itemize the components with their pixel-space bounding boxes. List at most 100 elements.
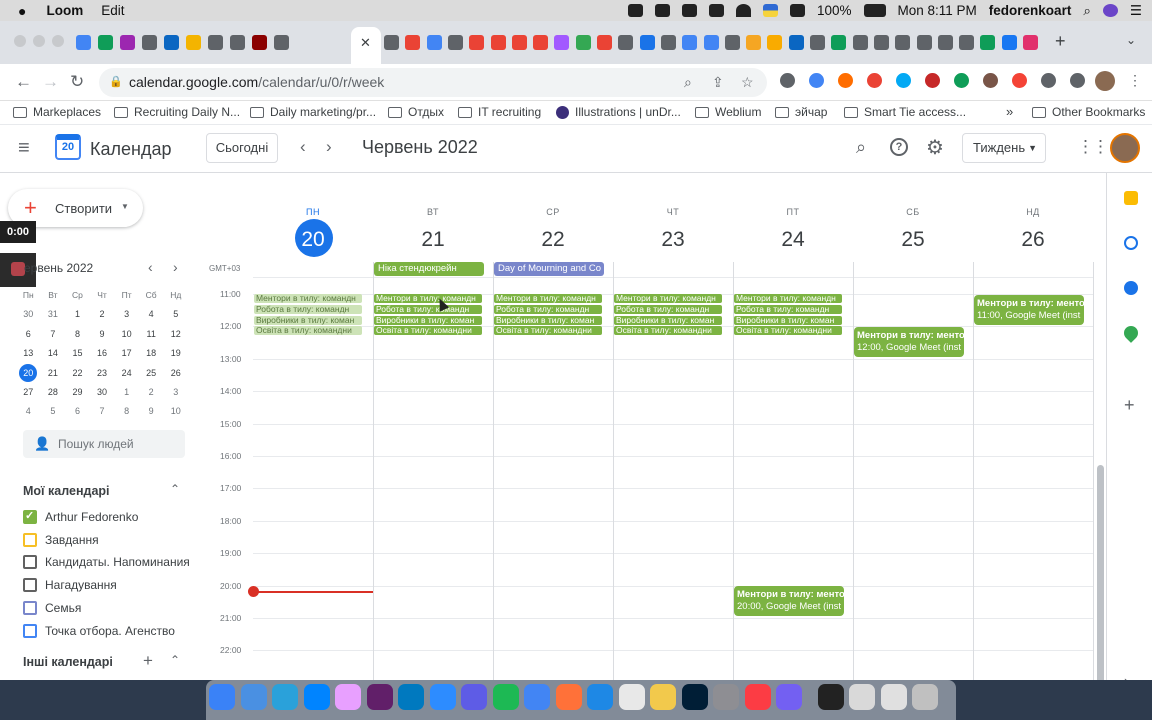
- calendar-event[interactable]: Ментори в тилу: командн: [254, 294, 362, 303]
- calendar-event[interactable]: Виробники в тилу: коман: [374, 315, 482, 325]
- new-tab-icon[interactable]: +: [1055, 31, 1066, 52]
- calendar-item[interactable]: Точка отбора. Агенство: [23, 623, 175, 638]
- extension-icon[interactable]: [809, 73, 824, 88]
- browser-menu-icon[interactable]: ⋮: [1128, 72, 1142, 89]
- day-header[interactable]: ПТ 24: [733, 207, 853, 259]
- dock-app-icon[interactable]: [240, 684, 267, 710]
- mini-day[interactable]: 20: [16, 363, 41, 383]
- day-header[interactable]: ВТ 21: [373, 207, 493, 259]
- tab-favicon-icon[interactable]: [405, 35, 421, 50]
- battery-icon[interactable]: [863, 4, 886, 17]
- menubar-clock[interactable]: Mon 8:11 PM: [898, 3, 977, 18]
- calendar-event[interactable]: Ментори в тилу: командн: [374, 294, 482, 303]
- siri-icon[interactable]: [1102, 4, 1118, 17]
- calendar-item[interactable]: Семья: [23, 600, 81, 615]
- calendar-event[interactable]: Ментори в тилу: командн: [614, 294, 722, 303]
- dock-app-icon[interactable]: [272, 684, 298, 710]
- mini-day[interactable]: 17: [114, 344, 139, 363]
- dock-app-icon[interactable]: [209, 684, 235, 710]
- spotlight-search-icon[interactable]: ⌕: [1083, 3, 1091, 19]
- back-icon[interactable]: ←: [15, 73, 32, 90]
- calendar-event[interactable]: Ментори в тилу: менто 12:00, Google Meet …: [854, 327, 964, 357]
- tab-favicon-icon[interactable]: [810, 35, 825, 50]
- view-selector[interactable]: Тиждень ▼: [962, 133, 1046, 163]
- mini-day[interactable]: 1: [65, 305, 90, 324]
- mini-day[interactable]: 26: [163, 364, 188, 383]
- calendar-event[interactable]: Робота в тилу: командн: [734, 304, 842, 314]
- menubar-user[interactable]: fedorenkoart: [989, 3, 1072, 18]
- mini-day[interactable]: 22: [65, 364, 90, 383]
- dock-app-icon[interactable]: [650, 684, 676, 710]
- tab-favicon-icon[interactable]: [142, 35, 157, 50]
- bookmark-item[interactable]: Recruiting Daily N...: [114, 105, 240, 119]
- dock-app-icon[interactable]: [492, 684, 519, 710]
- allday-event[interactable]: Ніка стендюкрейн: [374, 262, 484, 276]
- mini-day[interactable]: 12: [163, 325, 188, 344]
- day-number[interactable]: 25: [853, 221, 973, 259]
- day-header[interactable]: ПН 20: [253, 207, 373, 259]
- tab-favicon-icon[interactable]: [1023, 35, 1038, 50]
- dock-app-icon[interactable]: [461, 684, 487, 710]
- bookmark-item[interactable]: эйчар: [775, 105, 827, 119]
- dock-app-icon[interactable]: [618, 684, 645, 710]
- tab-favicon-icon[interactable]: [186, 35, 201, 50]
- calendar-event[interactable]: Ментори в тилу: командн: [494, 294, 602, 303]
- collapse-my-calendars-icon[interactable]: ⌃: [170, 482, 180, 496]
- tab-favicon-icon[interactable]: [831, 35, 847, 50]
- tab-favicon-icon[interactable]: [980, 35, 996, 50]
- dock-app-icon[interactable]: [303, 684, 330, 710]
- mini-day[interactable]: 11: [139, 325, 164, 344]
- tab-favicon-icon[interactable]: [895, 35, 911, 50]
- mini-day[interactable]: 13: [16, 344, 41, 363]
- tab-favicon-icon[interactable]: [274, 35, 289, 50]
- tab-favicon-icon[interactable]: [384, 35, 399, 50]
- tab-favicon-icon[interactable]: [937, 35, 953, 50]
- day-number[interactable]: 24: [733, 221, 853, 259]
- mini-day[interactable]: 2: [139, 383, 164, 402]
- mini-day[interactable]: 25: [139, 364, 164, 383]
- mini-day[interactable]: 10: [163, 402, 188, 421]
- monitor-icon[interactable]: [708, 4, 724, 17]
- other-calendars-title[interactable]: Інші календарі: [23, 655, 113, 669]
- add-addon-icon[interactable]: +: [1124, 395, 1135, 416]
- more-bookmarks-icon[interactable]: »: [1006, 104, 1013, 119]
- day-number[interactable]: 23: [613, 221, 733, 259]
- profile-avatar-icon[interactable]: [1095, 71, 1115, 91]
- day-number[interactable]: 22: [493, 221, 613, 259]
- tab-favicon-icon[interactable]: [426, 35, 442, 50]
- previous-week-icon[interactable]: ‹: [300, 137, 306, 157]
- day-number[interactable]: 26: [973, 221, 1093, 259]
- mini-day[interactable]: 5: [163, 305, 188, 324]
- mini-day[interactable]: 18: [139, 344, 164, 363]
- checkbox-icon[interactable]: [23, 532, 37, 547]
- menubar-app-name[interactable]: Loom: [46, 3, 83, 18]
- account-avatar[interactable]: [1110, 133, 1140, 163]
- calendar-event[interactable]: Ментори в тилу: менто 11:00, Google Meet …: [974, 295, 1084, 325]
- mini-day[interactable]: 3: [114, 305, 139, 324]
- calendar-item[interactable]: Кандидаты. Напоминания: [23, 555, 190, 570]
- mini-day[interactable]: 6: [65, 402, 90, 421]
- tab-favicon-icon[interactable]: [469, 35, 485, 50]
- tab-favicon-icon[interactable]: [447, 35, 463, 50]
- tab-favicon-icon[interactable]: [724, 35, 740, 50]
- next-week-icon[interactable]: ›: [326, 137, 332, 157]
- tab-favicon-icon[interactable]: [767, 35, 783, 50]
- tab-favicon-icon[interactable]: [682, 35, 698, 50]
- mini-day[interactable]: 23: [90, 364, 115, 383]
- calendar-item[interactable]: Нагадування: [23, 578, 117, 593]
- tab-favicon-icon[interactable]: [660, 35, 676, 50]
- tab-favicon-icon[interactable]: [230, 35, 245, 50]
- control-center-icon[interactable]: ☰: [1130, 3, 1142, 19]
- calendar-event[interactable]: Виробники в тилу: коман: [734, 315, 842, 325]
- calendar-event[interactable]: Освіта в тилу: командни: [494, 326, 602, 336]
- bookmark-item[interactable]: Weblium: [695, 105, 761, 119]
- checkbox-icon[interactable]: [23, 555, 37, 570]
- calendar-event[interactable]: Освіта в тилу: командни: [374, 326, 482, 336]
- tab-favicon-icon[interactable]: [533, 35, 549, 50]
- bookmark-star-icon[interactable]: ☆: [741, 68, 754, 97]
- mini-day[interactable]: 21: [41, 364, 66, 383]
- tab-favicon-icon[interactable]: [852, 35, 868, 50]
- dock-app-icon[interactable]: [555, 684, 582, 710]
- calendar-logo-icon[interactable]: 20: [55, 134, 81, 160]
- dock-app-icon[interactable]: [429, 684, 456, 710]
